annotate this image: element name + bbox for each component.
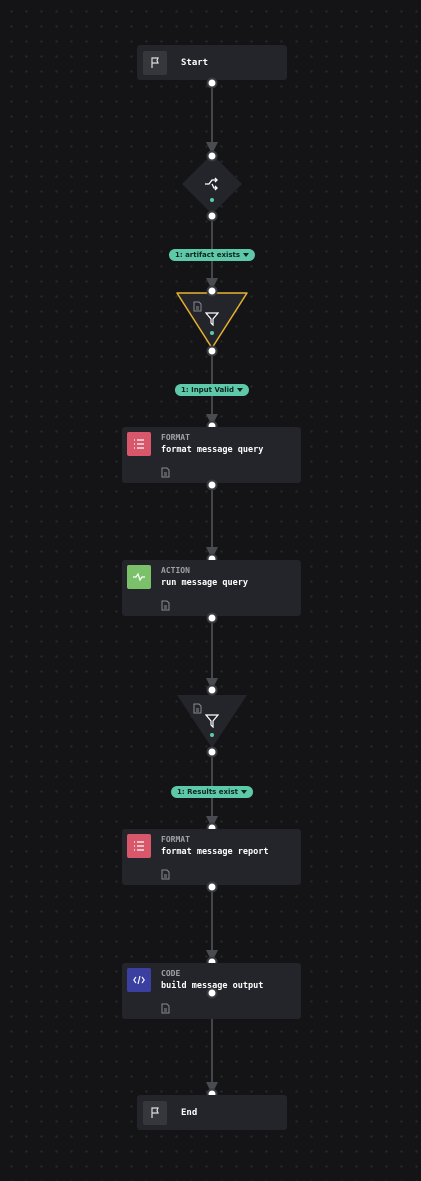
node-name: format message query: [161, 445, 264, 455]
start-label: Start: [181, 57, 209, 68]
shuffle-icon[interactable]: [204, 176, 220, 195]
format-message-query-node[interactable]: FORMAT format message query: [122, 427, 301, 483]
start-output-handle[interactable]: [206, 77, 218, 89]
start-node[interactable]: Start: [137, 45, 287, 80]
document-icon[interactable]: [161, 865, 170, 884]
node-type: ACTION: [161, 566, 190, 575]
code1-output-handle[interactable]: [206, 987, 218, 999]
edge-label-artifact-exists[interactable]: 1: artifact exists: [168, 249, 256, 261]
end-node[interactable]: End: [137, 1095, 287, 1130]
filter2-input-handle[interactable]: [206, 684, 218, 696]
flag-icon: [143, 50, 167, 75]
document-icon[interactable]: [161, 463, 170, 482]
decision-output-handle[interactable]: [206, 210, 218, 222]
decision-input-handle[interactable]: [206, 150, 218, 162]
node-type: FORMAT: [161, 835, 190, 844]
activity-icon: [127, 565, 151, 589]
filter1-input-handle[interactable]: [206, 285, 218, 297]
code-icon: [127, 968, 151, 992]
node-type: FORMAT: [161, 433, 190, 442]
filter-icon[interactable]: [204, 311, 220, 330]
edge-label-input-valid[interactable]: 1: Input Valid: [174, 384, 250, 396]
edge-label-text: 1: artifact exists: [174, 251, 241, 259]
action1-output-handle[interactable]: [206, 612, 218, 624]
edge-label-text: 1: Results exist: [177, 788, 238, 796]
node-name: format message report: [161, 847, 269, 857]
run-message-query-node[interactable]: ACTION run message query: [122, 560, 301, 616]
list-icon: [127, 432, 151, 456]
end-label: End: [181, 1107, 198, 1118]
status-dot: [210, 198, 214, 202]
node-type: CODE: [161, 969, 181, 978]
format1-output-handle[interactable]: [206, 479, 218, 491]
flag-icon: [143, 1100, 167, 1125]
filter2-output-handle[interactable]: [206, 746, 218, 758]
status-dot: [210, 733, 214, 737]
format2-output-handle[interactable]: [206, 881, 218, 893]
format-message-report-node[interactable]: FORMAT format message report: [122, 829, 301, 885]
status-dot: [210, 331, 214, 335]
filter-icon[interactable]: [204, 713, 220, 732]
document-icon[interactable]: [161, 999, 170, 1018]
caret-down-icon: [243, 253, 250, 257]
document-icon: [193, 699, 202, 718]
document-icon[interactable]: [161, 596, 170, 615]
caret-down-icon: [240, 790, 247, 794]
edge-label-results-exist[interactable]: 1: Results exist: [171, 786, 253, 798]
list-icon: [127, 834, 151, 858]
node-name: run message query: [161, 578, 248, 588]
caret-down-icon: [237, 388, 244, 392]
edge-label-text: 1: Input Valid: [180, 386, 235, 394]
document-icon: [193, 297, 202, 316]
filter1-output-handle[interactable]: [206, 345, 218, 357]
